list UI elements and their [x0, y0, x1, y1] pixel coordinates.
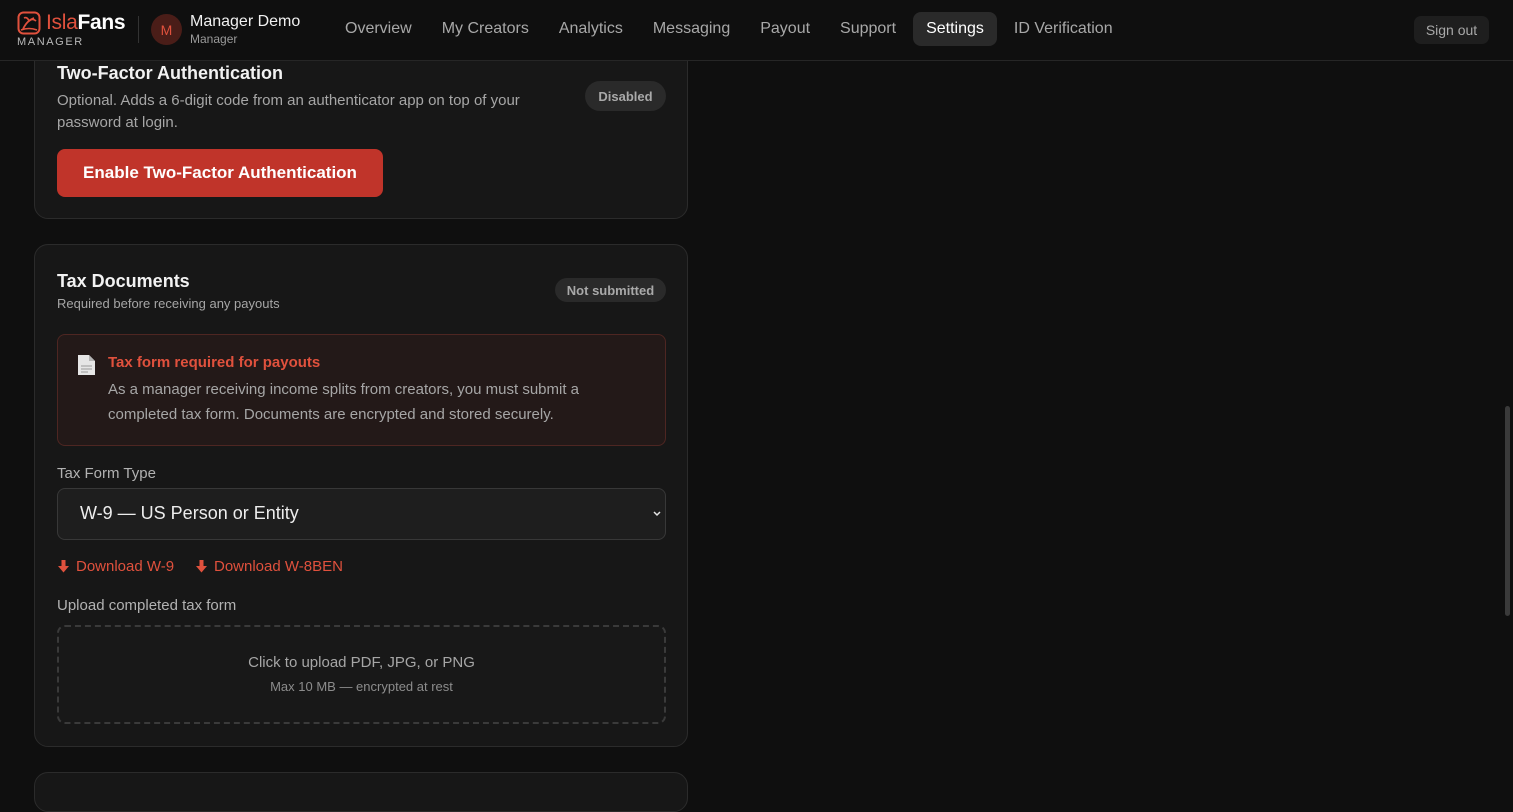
nav-item-support[interactable]: Support — [827, 12, 909, 46]
document-icon — [78, 355, 95, 375]
download-arrow-icon — [196, 560, 207, 573]
chevron-down-icon — [653, 511, 661, 517]
tax-form-type-label: Tax Form Type — [57, 465, 156, 482]
nav-item-my-creators[interactable]: My Creators — [429, 12, 542, 46]
download-w9-link[interactable]: Download W-9 — [57, 558, 174, 575]
tax-form-required-alert: Tax form required for payouts As a manag… — [57, 334, 666, 446]
brand-name-part2: Fans — [77, 11, 126, 34]
download-arrow-icon — [58, 560, 69, 573]
main-nav: Overview My Creators Analytics Messaging… — [332, 12, 1130, 48]
nav-item-id-verification[interactable]: ID Verification — [1001, 12, 1126, 46]
user-role: Manager — [190, 32, 238, 46]
sign-out-button[interactable]: Sign out — [1414, 16, 1489, 44]
nav-item-messaging[interactable]: Messaging — [640, 12, 743, 46]
tax-documents-card: Tax Documents Required before receiving … — [34, 244, 688, 747]
two-factor-description: Optional. Adds a 6-digit code from an au… — [57, 92, 520, 131]
nav-item-settings[interactable]: Settings — [913, 12, 997, 46]
tax-documents-subtitle: Required before receiving any payouts — [57, 296, 280, 311]
top-navigation-bar: IslaFans MANAGER M Manager Demo Manager … — [0, 0, 1513, 61]
upload-limits: Max 10 MB — encrypted at rest — [270, 679, 453, 694]
enable-two-factor-button[interactable]: Enable Two-Factor Authentication — [57, 149, 383, 197]
two-factor-status-badge: Disabled — [585, 81, 666, 111]
nav-item-overview[interactable]: Overview — [332, 12, 425, 46]
alert-title: Tax form required for payouts — [108, 354, 321, 371]
nav-item-analytics[interactable]: Analytics — [546, 12, 636, 46]
tax-status-badge: Not submitted — [555, 278, 666, 302]
brand-name: IslaFans — [46, 11, 126, 35]
download-w9-label: Download W-9 — [76, 558, 175, 575]
page-scrollbar[interactable] — [1505, 406, 1510, 616]
brand-subtitle: MANAGER — [17, 36, 84, 48]
user-name: Manager Demo — [190, 13, 301, 30]
tax-form-type-select[interactable]: W-9 — US Person or Entity — [57, 488, 666, 540]
tax-documents-title: Tax Documents — [57, 271, 190, 291]
tax-form-type-value: W-9 — US Person or Entity — [80, 503, 299, 523]
avatar[interactable]: M — [151, 14, 182, 45]
two-factor-title: Two-Factor Authentication — [57, 63, 283, 83]
brand[interactable]: IslaFans MANAGER — [17, 10, 127, 50]
islafans-logo-icon — [17, 11, 41, 35]
nav-item-payout[interactable]: Payout — [747, 12, 823, 46]
upload-instructions: Click to upload PDF, JPG, or PNG — [248, 654, 475, 671]
alert-text: As a manager receiving income splits fro… — [108, 381, 580, 423]
tax-form-upload-dropzone[interactable]: Click to upload PDF, JPG, or PNG Max 10 … — [57, 625, 666, 724]
download-w8ben-link[interactable]: Download W-8BEN — [195, 558, 343, 575]
download-w8ben-label: Download W-8BEN — [214, 558, 343, 575]
next-settings-card — [34, 772, 688, 812]
upload-tax-form-label: Upload completed tax form — [57, 597, 237, 614]
brand-name-part1: Isla — [46, 11, 78, 34]
header-divider — [138, 16, 139, 43]
